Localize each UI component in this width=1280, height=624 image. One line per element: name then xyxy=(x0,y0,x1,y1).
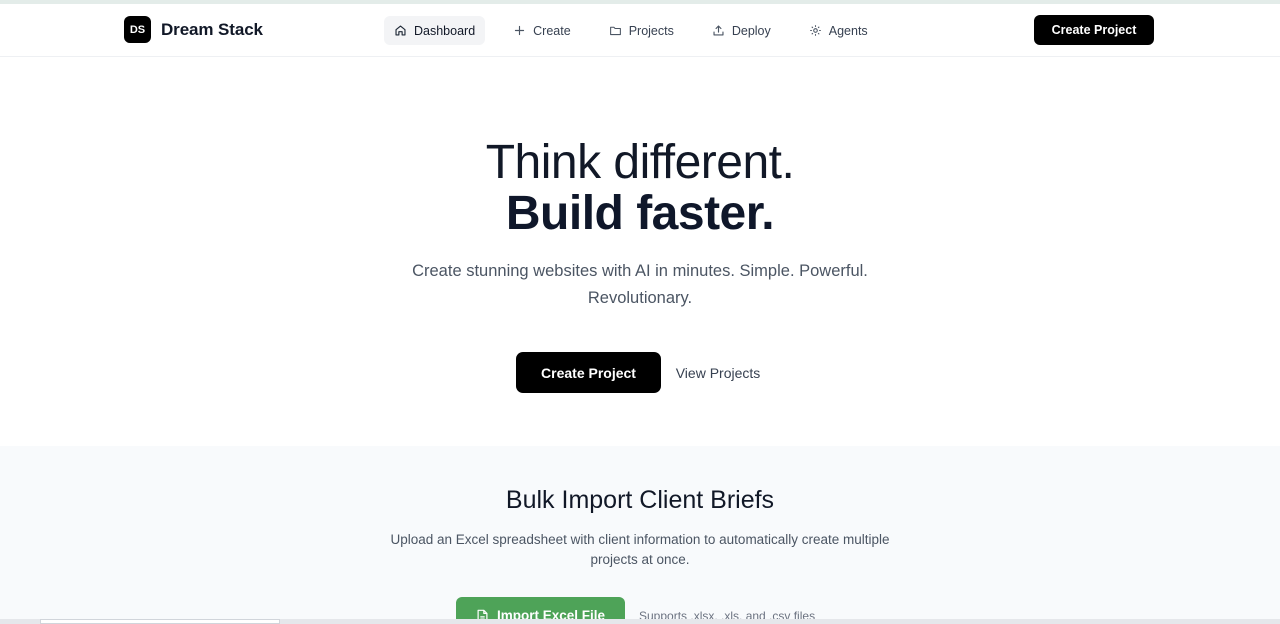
plus-icon xyxy=(515,25,525,36)
brand-name: Dream Stack xyxy=(161,19,263,39)
view-projects-link[interactable]: View Projects xyxy=(668,352,768,393)
hero-section: Think different. Build faster. Create st… xyxy=(0,57,1280,446)
nav-item-create[interactable]: Create xyxy=(503,16,581,45)
home-icon xyxy=(395,25,406,36)
folder-icon xyxy=(609,26,621,36)
nav-item-label: Dashboard xyxy=(414,23,476,38)
horizontal-scrollbar-thumb[interactable] xyxy=(40,619,280,624)
hero-create-project-button[interactable]: Create Project xyxy=(516,352,661,393)
nav-item-label: Agents xyxy=(828,23,868,38)
nav-item-projects[interactable]: Projects xyxy=(599,16,684,45)
nav-item-label: Create xyxy=(533,23,571,38)
nav-item-deploy[interactable]: Deploy xyxy=(702,16,781,45)
upload-icon xyxy=(713,25,724,36)
nav-item-agents[interactable]: Agents xyxy=(799,16,878,45)
bulk-import-description: Upload an Excel spreadsheet with client … xyxy=(390,532,890,567)
gear-icon xyxy=(809,25,821,36)
nav-item-label: Deploy xyxy=(731,23,771,38)
hero-headline-line1: Think different. xyxy=(485,136,795,189)
hero-subtitle: Create stunning websites with AI in minu… xyxy=(412,262,868,307)
bulk-import-section: Bulk Import Client Briefs Upload an Exce… xyxy=(0,446,1280,624)
bulk-import-title: Bulk Import Client Briefs xyxy=(505,486,775,514)
nav-item-label: Projects xyxy=(628,23,674,38)
brand[interactable]: DS Dream Stack xyxy=(124,16,263,43)
hero-headline-line2: Build faster. xyxy=(505,187,775,240)
navbar: DS Dream Stack Dashboard Create Projects… xyxy=(0,4,1280,57)
nav-item-dashboard[interactable]: Dashboard xyxy=(384,16,486,45)
brand-logo: DS xyxy=(124,16,151,43)
nav-create-project-button[interactable]: Create Project xyxy=(1034,15,1154,45)
main-nav: Dashboard Create Projects Deploy Agents xyxy=(384,16,896,45)
